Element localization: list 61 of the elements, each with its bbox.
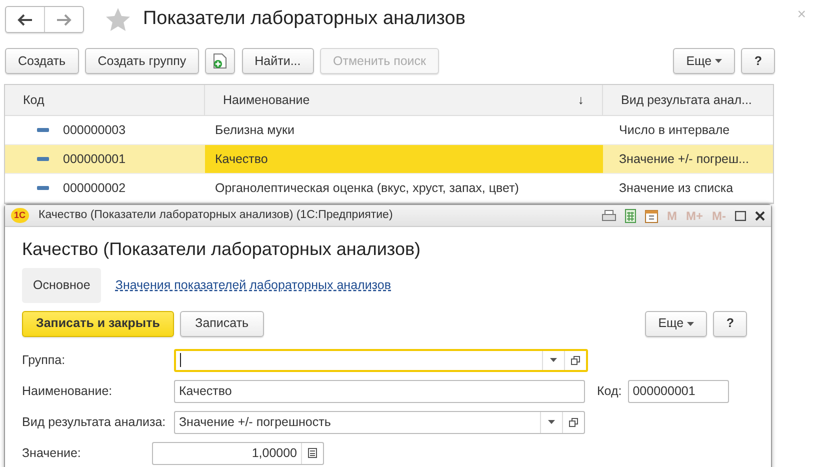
toolbar-button[interactable]: Создать bbox=[5, 48, 79, 74]
item-icon bbox=[37, 186, 49, 190]
maximize-icon[interactable] bbox=[735, 210, 746, 220]
app-logo: 1С bbox=[11, 208, 29, 224]
table-cell-text: Число в интервале bbox=[618, 122, 731, 139]
back-arrow-icon[interactable] bbox=[17, 14, 33, 26]
tab[interactable]: Основное bbox=[22, 268, 102, 303]
field-label: Группа: bbox=[22, 352, 66, 369]
column-header[interactable]: Код bbox=[5, 85, 205, 115]
add-document-button[interactable] bbox=[205, 48, 236, 74]
calculator-icon[interactable] bbox=[624, 208, 636, 222]
open-icon[interactable] bbox=[571, 356, 580, 365]
dropdown-icon[interactable] bbox=[548, 420, 555, 424]
input-field[interactable]: 1,00000 bbox=[152, 442, 324, 465]
table-cell-text: 000000003 bbox=[63, 122, 126, 139]
field-label: Наименование: bbox=[22, 382, 114, 400]
help-button[interactable]: ? bbox=[713, 310, 747, 337]
field-value[interactable]: Качество bbox=[175, 380, 584, 402]
table-cell-text: 000000001 bbox=[63, 150, 126, 168]
field-label: Код: bbox=[597, 382, 622, 400]
calculator-icon[interactable] bbox=[308, 448, 317, 458]
input-field[interactable] bbox=[174, 348, 588, 372]
close-icon[interactable] bbox=[755, 210, 765, 220]
table-cell-text: Органолептическая оценка (вкус, хруст, запах, цвет) bbox=[215, 180, 519, 197]
forward-arrow-icon[interactable] bbox=[56, 14, 72, 26]
column-header[interactable]: Вид результата анал... bbox=[603, 85, 773, 115]
dropdown-icon[interactable] bbox=[550, 358, 557, 362]
window-title: Показатели лабораторных анализов bbox=[143, 6, 466, 31]
add-document-icon bbox=[213, 53, 228, 70]
save-button[interactable]: Записать bbox=[180, 310, 264, 337]
tab[interactable]: Значения показателей лабораторных анализов bbox=[104, 268, 402, 303]
field-label: Вид результата анализа: bbox=[22, 414, 167, 431]
table-cell-text: Значение из списка bbox=[618, 180, 734, 197]
sort-indicator[interactable]: ↓ bbox=[578, 90, 584, 110]
caret-icon bbox=[715, 59, 722, 64]
column-header[interactable]: Наименование ↓ bbox=[205, 85, 603, 115]
caret-icon bbox=[687, 322, 694, 326]
open-icon[interactable] bbox=[569, 418, 578, 427]
printer-icon[interactable] bbox=[602, 210, 616, 222]
item-icon bbox=[37, 157, 49, 161]
field-value[interactable]: Значение +/- погрешность bbox=[175, 412, 540, 433]
more-button[interactable]: Еще bbox=[645, 310, 708, 337]
text-cursor bbox=[180, 353, 181, 368]
dialog-title: Качество (Показатели лабораторных анализов) (1С:Предприятие) bbox=[38, 208, 393, 223]
toolbar-button[interactable]: Создать группу bbox=[84, 48, 200, 74]
form-heading: Качество (Показатели лабораторных анализов) bbox=[22, 238, 422, 261]
calendar-icon[interactable] bbox=[644, 208, 658, 222]
save-and-close-button[interactable]: Записать и закрыть bbox=[22, 310, 174, 337]
input-field[interactable]: Значение +/- погрешность bbox=[174, 410, 585, 434]
table-cell-text: 000000002 bbox=[63, 180, 126, 197]
help-button[interactable]: ? bbox=[741, 48, 775, 74]
field-label: Значение: bbox=[22, 444, 82, 462]
table-cell-text: Белизна муки bbox=[215, 122, 295, 139]
toolbar-button[interactable]: Найти... bbox=[242, 48, 314, 74]
table-cell-text: Значение +/- погреш... bbox=[618, 150, 750, 168]
star-icon[interactable] bbox=[106, 8, 130, 30]
more-button[interactable]: Еще bbox=[673, 48, 736, 74]
field-value[interactable]: 000000001 bbox=[628, 380, 728, 402]
field-value[interactable]: 1,00000 bbox=[153, 442, 301, 464]
item-icon bbox=[37, 128, 49, 132]
table-cell-text: Качество bbox=[215, 150, 268, 168]
